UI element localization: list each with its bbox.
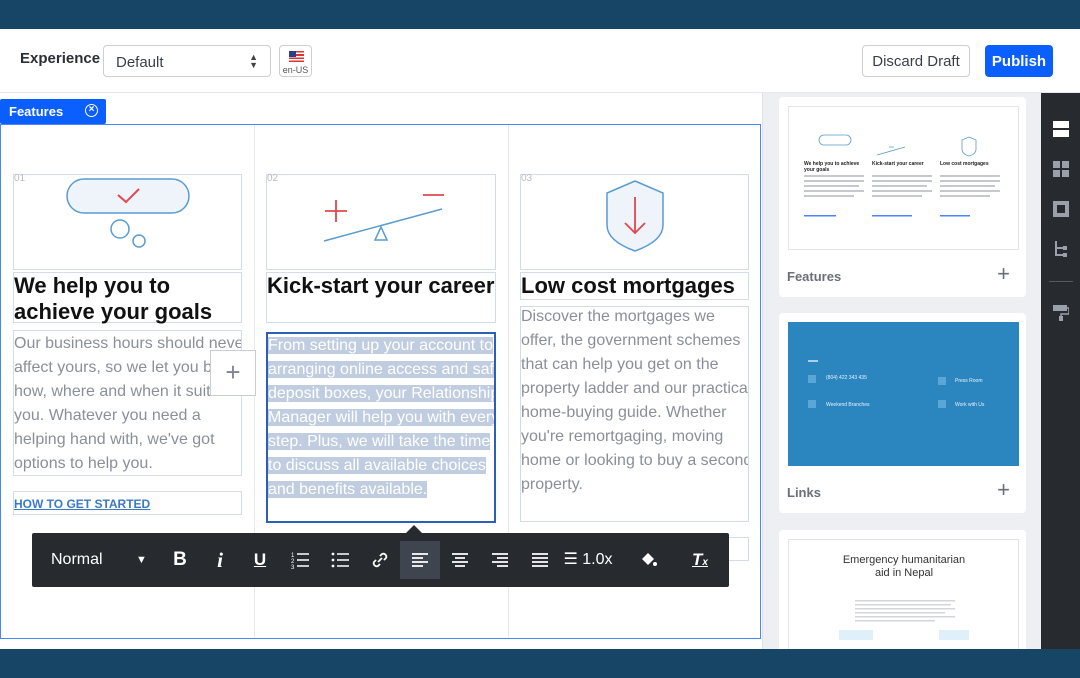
image-editable-3[interactable]: 03 <box>520 173 749 270</box>
rich-text-toolbar: Normal ▼ B i U 123 ☰ 1.0x Tx <box>32 525 729 587</box>
image-editable-2[interactable]: 02 <box>266 173 496 270</box>
column-number: 01 <box>14 173 26 184</box>
add-icon[interactable]: + <box>997 477 1010 503</box>
fragments-icon[interactable] <box>1053 121 1069 137</box>
shield-arrow-icon <box>606 180 664 252</box>
align-right-icon[interactable] <box>480 541 520 579</box>
title-editable-3[interactable]: Low cost mortgages <box>520 272 749 300</box>
align-center-icon[interactable] <box>440 541 480 579</box>
add-fragment-button[interactable]: + <box>210 350 256 396</box>
column-body: Discover the mortgages we offer, the gov… <box>521 308 749 493</box>
paragraph-style-dropdown[interactable]: Normal ▼ <box>40 541 152 579</box>
thumb-link: (804) 422 343 435 <box>826 375 867 381</box>
svg-text:3: 3 <box>291 565 295 569</box>
page-structure-icon[interactable] <box>1053 201 1069 217</box>
publish-button[interactable]: Publish <box>985 45 1053 77</box>
paint-roller-icon[interactable] <box>1053 305 1069 321</box>
features-thumbnail: We help you to achieve your goals Kick-s… <box>788 106 1019 250</box>
title-editable-1[interactable]: We help you to achieve your goals <box>13 272 242 324</box>
text-editable-3[interactable]: Discover the mortgages we offer, the gov… <box>520 306 749 522</box>
banner-preview-lines <box>839 600 969 640</box>
features-preview-graphic <box>804 134 1000 217</box>
experience-select[interactable]: Default ▲ ▼ <box>103 45 271 77</box>
clear-format-icon[interactable]: Tx <box>680 541 720 579</box>
fragment-card-links[interactable]: (804) 422 343 435 Press Room Weekend Bra… <box>779 313 1026 513</box>
fragment-tag[interactable]: Features × <box>0 99 106 124</box>
thumb-title: Low cost mortgages <box>940 161 989 167</box>
banner-thumbnail: Emergency humanitarian aid in Nepal <box>788 539 1019 649</box>
experience-label: Experience <box>20 50 101 67</box>
thumb-link: Work with Us <box>955 402 985 408</box>
thumb-heading: Emergency humanitarian aid in Nepal <box>842 554 966 579</box>
speech-bubble-check-icon <box>66 178 190 248</box>
fragment-card-features[interactable]: We help you to achieve your goals Kick-s… <box>779 97 1026 297</box>
select-arrows-icon: ▲ ▼ <box>249 52 258 70</box>
fragments-panel: We help you to achieve your goals Kick-s… <box>762 93 1041 649</box>
card-label: Features <box>787 269 842 284</box>
widgets-icon[interactable] <box>1053 161 1069 177</box>
thumb-title: Kick-start your career <box>872 161 924 167</box>
discard-draft-button[interactable]: Discard Draft <box>862 45 970 77</box>
selected-text: From setting up your account to arrangin… <box>268 337 494 498</box>
text-editable-1[interactable]: Our business hours should never affect y… <box>13 330 242 476</box>
unordered-list-icon[interactable] <box>320 541 360 579</box>
us-flag-icon <box>289 51 304 62</box>
add-icon[interactable]: + <box>997 261 1010 287</box>
thumb-link: Weekend Branches <box>826 402 870 408</box>
tree-icon[interactable] <box>1053 241 1069 257</box>
paint-bucket-icon[interactable] <box>628 541 668 579</box>
fragment-card-banner[interactable]: Emergency humanitarian aid in Nepal <box>779 530 1026 649</box>
line-height-icon: ☰ <box>563 551 578 568</box>
card-label: Links <box>787 485 821 500</box>
align-left-icon[interactable] <box>400 541 440 579</box>
underline-button[interactable]: U <box>240 541 280 579</box>
ordered-list-icon[interactable]: 123 <box>280 541 320 579</box>
editor-frame: Experience Default ▲ ▼ en-US Discard Draf… <box>0 29 1080 649</box>
column-title: Kick-start your career <box>267 273 495 298</box>
title-editable-2[interactable]: Kick-start your career <box>266 272 496 323</box>
locale-code: en-US <box>282 65 309 75</box>
italic-button[interactable]: i <box>200 541 240 579</box>
links-thumbnail: (804) 422 343 435 Press Room Weekend Bra… <box>788 322 1019 466</box>
image-editable-1[interactable]: 01 <box>13 173 242 270</box>
text-editable-2-selected[interactable]: From setting up your account to arrangin… <box>266 332 496 523</box>
experience-select-value: Default <box>116 54 164 71</box>
column-title: We help you to achieve your goals <box>14 273 213 324</box>
link-editable-1[interactable]: HOW TO GET STARTED <box>13 491 242 515</box>
page-canvas: Features × 01 We help you to achieve you… <box>0 93 762 649</box>
bold-button[interactable]: B <box>160 541 200 579</box>
thumb-title: We help you to achieve your goals <box>804 161 860 173</box>
seesaw-plus-minus-icon <box>323 194 444 242</box>
column-title: Low cost mortgages <box>521 273 735 298</box>
column-number: 02 <box>267 173 279 184</box>
sidebar-divider <box>1049 281 1073 282</box>
top-bar: Experience Default ▲ ▼ en-US Discard Draf… <box>0 29 1080 93</box>
column-body: Our business hours should never affect y… <box>14 335 242 472</box>
thumb-link: Press Room <box>955 378 983 384</box>
column-number: 03 <box>521 173 533 184</box>
product-menu-sidebar <box>1041 93 1080 649</box>
locale-button[interactable]: en-US <box>279 45 312 77</box>
fragment-tag-label: Features <box>9 104 64 119</box>
close-icon[interactable]: × <box>85 104 98 117</box>
how-to-get-started-link[interactable]: HOW TO GET STARTED <box>14 497 150 511</box>
line-height-button[interactable]: ☰ 1.0x <box>560 541 616 579</box>
align-justify-icon[interactable] <box>520 541 560 579</box>
caret-down-icon: ▼ <box>136 554 147 566</box>
link-icon[interactable] <box>360 541 400 579</box>
